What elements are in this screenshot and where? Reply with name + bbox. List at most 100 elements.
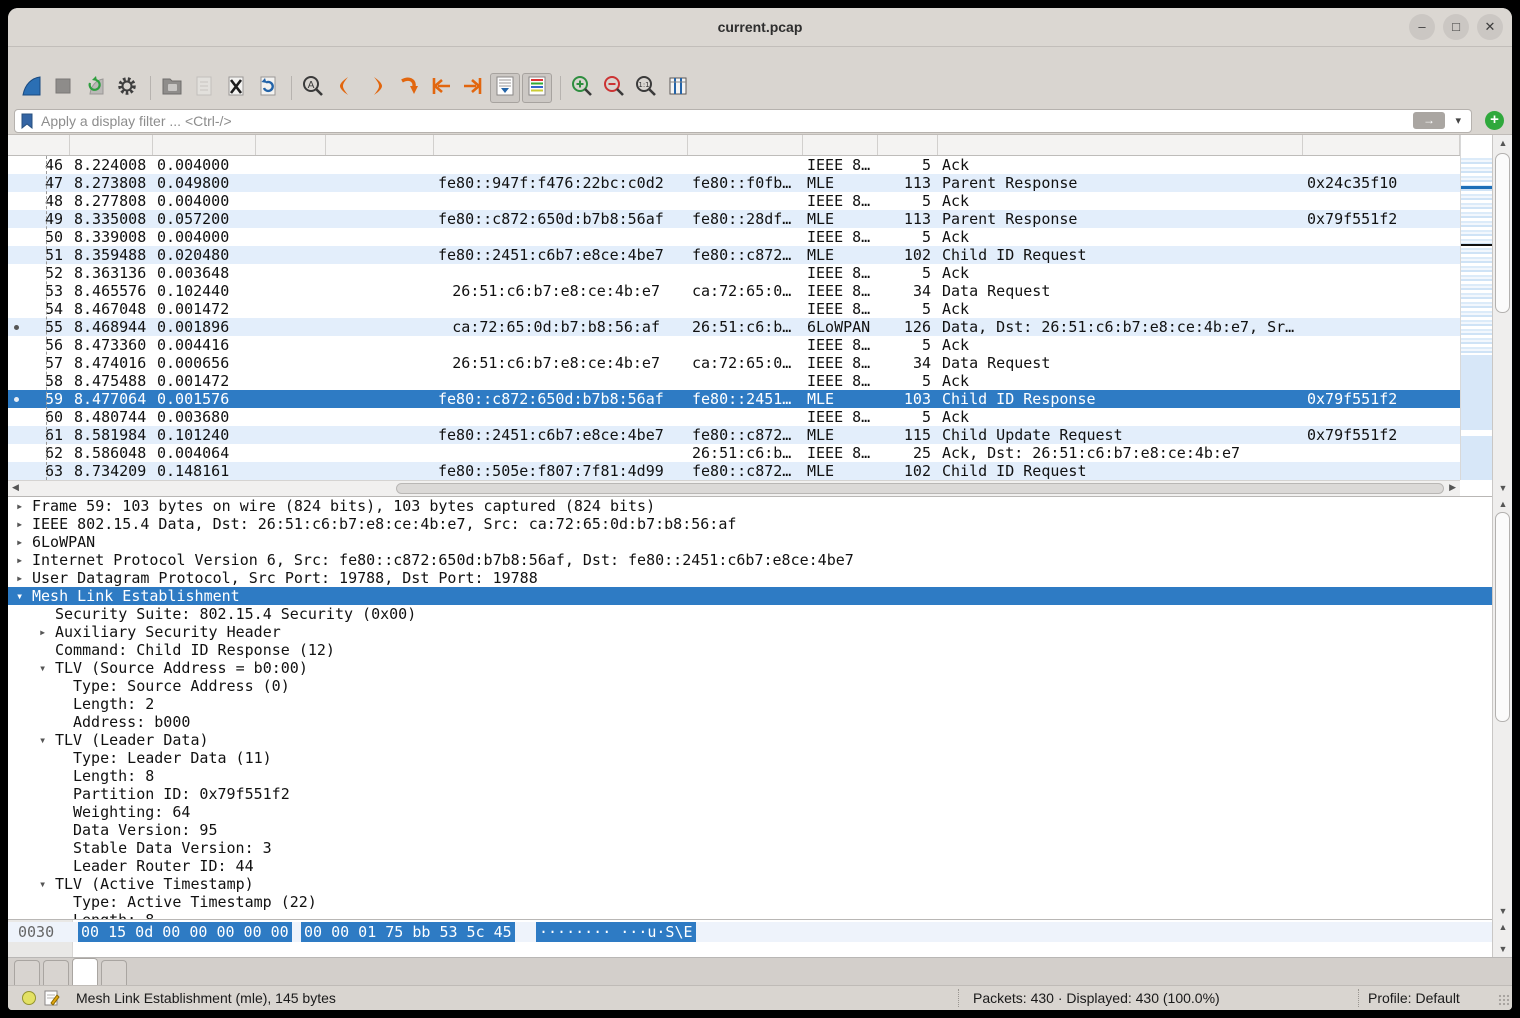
packet-row[interactable]: 46 8.224008 0.004000 IEEE 8… 5 Ack	[8, 156, 1460, 174]
packet-row[interactable]: 61 8.581984 0.101240 fe80::2451:c6b7:e8c…	[8, 426, 1460, 444]
last-packet-button[interactable]	[458, 73, 488, 103]
packet-minimap[interactable]	[1460, 135, 1492, 480]
byte-view-tab[interactable]	[14, 960, 40, 985]
detail-line[interactable]: Address: b000	[8, 713, 1492, 731]
column-header[interactable]	[326, 135, 434, 155]
packet-row[interactable]: 57 8.474016 0.000656 26:51:c6:b7:e8:ce:4…	[8, 354, 1460, 372]
expander-icon[interactable]: ▾	[39, 875, 55, 893]
first-packet-button[interactable]	[426, 73, 456, 103]
restart-capture-button[interactable]	[80, 73, 110, 103]
open-file-button[interactable]	[157, 73, 187, 103]
add-filter-button[interactable]: +	[1485, 111, 1504, 130]
packet-row[interactable]: 51 8.359488 0.020480 fe80::2451:c6b7:e8c…	[8, 246, 1460, 264]
capture-options-button[interactable]	[112, 73, 142, 103]
packet-row[interactable]: 50 8.339008 0.004000 IEEE 8… 5 Ack	[8, 228, 1460, 246]
column-header[interactable]	[878, 135, 938, 155]
packet-row[interactable]: 56 8.473360 0.004416 IEEE 8… 5 Ack	[8, 336, 1460, 354]
minimize-button[interactable]: –	[1409, 14, 1435, 40]
hex-ascii-highlighted[interactable]: ········ ···u·S\E	[536, 922, 696, 942]
go-back-button[interactable]	[330, 73, 360, 103]
packet-row[interactable]: 63 8.734209 0.148161 fe80::505e:f807:7f8…	[8, 462, 1460, 480]
byte-view-tab[interactable]	[72, 958, 98, 985]
packet-row[interactable]: 60 8.480744 0.003680 IEEE 8… 5 Ack	[8, 408, 1460, 426]
expander-icon[interactable]	[39, 605, 55, 623]
packet-list-vscrollbar[interactable]: ▲ ▼	[1492, 135, 1512, 496]
packet-row[interactable]: 49 8.335008 0.057200 fe80::c872:650d:b7b…	[8, 210, 1460, 228]
detail-line[interactable]: ▾ TLV (Leader Data)	[8, 731, 1492, 749]
auto-scroll-button[interactable]	[490, 73, 520, 103]
detail-line[interactable]: Stable Data Version: 3	[8, 839, 1492, 857]
scroll-down-icon[interactable]: ▼	[1493, 944, 1512, 954]
byte-view-tab[interactable]	[101, 960, 127, 985]
expander-icon[interactable]	[57, 821, 73, 839]
colorize-button[interactable]	[522, 73, 552, 103]
packet-list-hscrollbar[interactable]: ◀ ▶	[8, 480, 1460, 496]
detail-line[interactable]: Type: Leader Data (11)	[8, 749, 1492, 767]
expander-icon[interactable]: ▸	[16, 497, 32, 515]
resize-columns-button[interactable]	[663, 73, 693, 103]
find-packet-button[interactable]: A	[298, 73, 328, 103]
expander-icon[interactable]	[57, 893, 73, 911]
detail-line[interactable]: ▾ Mesh Link Establishment	[8, 587, 1492, 605]
detail-line[interactable]: Command: Child ID Response (12)	[8, 641, 1492, 659]
scroll-up-icon[interactable]: ▲	[1493, 499, 1512, 509]
expander-icon[interactable]	[57, 749, 73, 767]
column-header[interactable]	[70, 135, 153, 155]
detail-line[interactable]: Security Suite: 802.15.4 Security (0x00)	[8, 605, 1492, 623]
scroll-down-icon[interactable]: ▼	[1493, 906, 1512, 916]
scroll-left-icon[interactable]: ◀	[12, 482, 19, 493]
zoom-in-button[interactable]	[567, 73, 597, 103]
stop-capture-button[interactable]	[48, 73, 78, 103]
zoom-100-button[interactable]: 1:1	[631, 73, 661, 103]
packet-row[interactable]: 53 8.465576 0.102440 26:51:c6:b7:e8:ce:4…	[8, 282, 1460, 300]
packet-row[interactable]: 55 8.468944 0.001896 ca:72:65:0d:b7:b8:5…	[8, 318, 1460, 336]
detail-line[interactable]: ▸ Auxiliary Security Header	[8, 623, 1492, 641]
expander-icon[interactable]: ▸	[16, 515, 32, 533]
detail-line[interactable]: ▾ TLV (Source Address = b0:00)	[8, 659, 1492, 677]
column-header[interactable]	[803, 135, 878, 155]
save-file-button[interactable]	[189, 73, 219, 103]
packet-row[interactable]: 58 8.475488 0.001472 IEEE 8… 5 Ack	[8, 372, 1460, 390]
expander-icon[interactable]: ▾	[39, 659, 55, 677]
start-capture-button[interactable]	[16, 73, 46, 103]
detail-line[interactable]: ▸ IEEE 802.15.4 Data, Dst: 26:51:c6:b7:e…	[8, 515, 1492, 533]
expander-icon[interactable]	[57, 857, 73, 875]
expander-icon[interactable]: ▸	[16, 551, 32, 569]
go-to-packet-button[interactable]	[394, 73, 424, 103]
display-filter-input[interactable]	[39, 110, 1413, 132]
expander-icon[interactable]	[57, 839, 73, 857]
hex-bytes-highlighted[interactable]: 00 00 01 75 bb 53 5c 45	[301, 922, 515, 942]
expander-icon[interactable]	[57, 911, 73, 919]
packet-row[interactable]: 54 8.467048 0.001472 IEEE 8… 5 Ack	[8, 300, 1460, 318]
detail-line[interactable]: ▾ TLV (Active Timestamp)	[8, 875, 1492, 893]
apply-filter-button[interactable]: →	[1413, 112, 1445, 129]
expander-icon[interactable]: ▾	[39, 731, 55, 749]
expander-icon[interactable]: ▸	[16, 569, 32, 587]
scroll-down-icon[interactable]: ▼	[1493, 483, 1512, 493]
expander-icon[interactable]	[57, 803, 73, 821]
hex-row[interactable]: 0030 00 15 0d 00 00 00 00 00 00 00 01 75…	[8, 922, 1492, 942]
byte-view-tab[interactable]	[43, 960, 69, 985]
expander-icon[interactable]: ▾	[16, 587, 32, 605]
detail-line[interactable]: Leader Router ID: 44	[8, 857, 1492, 875]
capture-comment-icon[interactable]	[44, 990, 60, 1010]
detail-line[interactable]: ▸ Frame 59: 103 bytes on wire (824 bits)…	[8, 497, 1492, 515]
column-header[interactable]	[153, 135, 256, 155]
maximize-button[interactable]: □	[1443, 14, 1469, 40]
packet-row[interactable]: 48 8.277808 0.004000 IEEE 8… 5 Ack	[8, 192, 1460, 210]
column-header[interactable]	[434, 135, 688, 155]
detail-line[interactable]: Length: 8	[8, 911, 1492, 919]
expert-info-icon[interactable]	[22, 991, 36, 1005]
filter-dropdown-caret[interactable]: ▾	[1455, 114, 1461, 127]
display-filter-field[interactable]: → ▾	[14, 109, 1472, 133]
detail-line[interactable]: Type: Source Address (0)	[8, 677, 1492, 695]
expander-icon[interactable]	[57, 695, 73, 713]
hex-bytes-highlighted[interactable]: 00 15 0d 00 00 00 00 00	[78, 922, 292, 942]
packet-row[interactable]: 52 8.363136 0.003648 IEEE 8… 5 Ack	[8, 264, 1460, 282]
scroll-up-icon[interactable]: ▲	[1493, 922, 1512, 932]
status-profile[interactable]: Profile: Default	[1368, 986, 1460, 1010]
detail-line[interactable]: ▸ Internet Protocol Version 6, Src: fe80…	[8, 551, 1492, 569]
scroll-up-icon[interactable]: ▲	[1493, 138, 1512, 148]
close-file-button[interactable]	[221, 73, 251, 103]
detail-line[interactable]: Partition ID: 0x79f551f2	[8, 785, 1492, 803]
